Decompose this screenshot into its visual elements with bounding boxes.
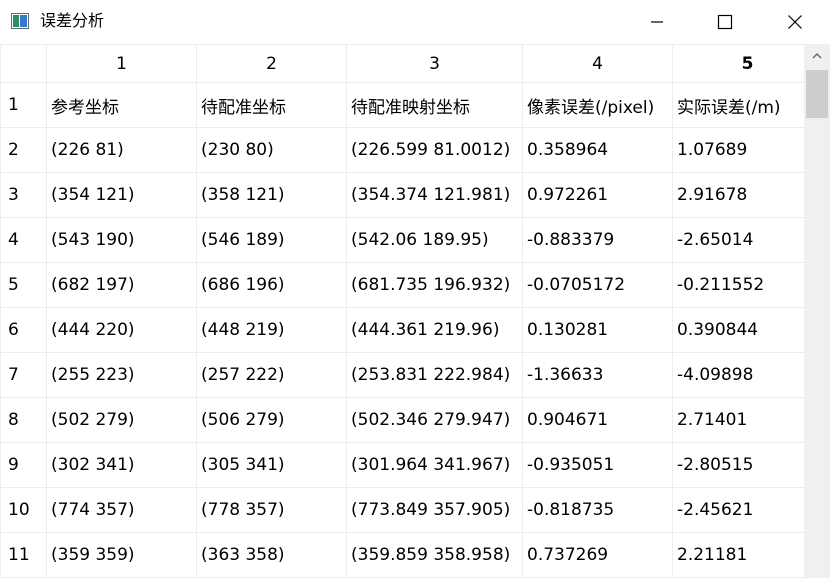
table-cell[interactable]: (358 121): [196, 172, 347, 218]
table-cell[interactable]: 2.21181: [672, 532, 823, 578]
minimize-button[interactable]: [634, 0, 680, 44]
scroll-up-button[interactable]: [804, 44, 830, 68]
row-header[interactable]: 9: [0, 442, 47, 488]
table-row: 6 (444 220) (448 219) (444.361 219.96) 0.130…: [0, 307, 823, 353]
corner-button[interactable]: [0, 44, 47, 83]
table-cell[interactable]: -4.09898: [672, 352, 823, 398]
table-cell[interactable]: -0.211552: [672, 262, 823, 308]
maximize-icon: [717, 14, 733, 30]
table-row: 11 (359 359) (363 358) (359.859 358.958) 0.7…: [0, 532, 823, 578]
table-cell[interactable]: (359 359): [46, 532, 197, 578]
table-cell[interactable]: (301.964 341.967): [346, 442, 523, 488]
table-cell[interactable]: 2.71401: [672, 397, 823, 443]
close-icon: [788, 15, 802, 29]
scroll-thumb[interactable]: [806, 70, 828, 118]
table-cell[interactable]: (542.06 189.95): [346, 217, 523, 263]
table-cell[interactable]: (305 341): [196, 442, 347, 488]
table-cell[interactable]: -0.818735: [522, 487, 673, 533]
vertical-scrollbar[interactable]: [804, 44, 830, 578]
table-cell[interactable]: (230 80): [196, 127, 347, 173]
row-header[interactable]: 6: [0, 307, 47, 353]
table-row: 7 (255 223) (257 222) (253.831 222.984) -1.3…: [0, 352, 823, 398]
table-row: 9 (302 341) (305 341) (301.964 341.967) -0.9…: [0, 442, 823, 488]
table-cell[interactable]: (226 81): [46, 127, 197, 173]
column-header[interactable]: 5: [672, 44, 823, 83]
table-cell[interactable]: (257 222): [196, 352, 347, 398]
table-row: 1 参考坐标 待配准坐标 待配准映射坐标 像素误差(/pixel) 实际误差(/m): [0, 82, 823, 128]
column-header[interactable]: 3: [346, 44, 523, 83]
row-header[interactable]: 1: [0, 82, 47, 128]
table-cell[interactable]: 0.130281: [522, 307, 673, 353]
table-cell[interactable]: (682 197): [46, 262, 197, 308]
table-cell[interactable]: (253.831 222.984): [346, 352, 523, 398]
table-cell[interactable]: -2.65014: [672, 217, 823, 263]
table-cell[interactable]: (363 358): [196, 532, 347, 578]
table-cell[interactable]: (543 190): [46, 217, 197, 263]
table-cell[interactable]: (255 223): [46, 352, 197, 398]
table-cell[interactable]: 待配准坐标: [196, 82, 347, 128]
table-cell[interactable]: (444 220): [46, 307, 197, 353]
table-cell[interactable]: -1.36633: [522, 352, 673, 398]
row-header[interactable]: 5: [0, 262, 47, 308]
table-cell[interactable]: 参考坐标: [46, 82, 197, 128]
row-header[interactable]: 3: [0, 172, 47, 218]
table-cell[interactable]: 0.390844: [672, 307, 823, 353]
table-cell[interactable]: (773.849 357.905): [346, 487, 523, 533]
table-cell[interactable]: 1.07689: [672, 127, 823, 173]
table-cell[interactable]: -2.80515: [672, 442, 823, 488]
table-cell[interactable]: (354 121): [46, 172, 197, 218]
table-cell[interactable]: 0.904671: [522, 397, 673, 443]
table-cell[interactable]: -2.45621: [672, 487, 823, 533]
column-header[interactable]: 2: [196, 44, 347, 83]
row-header[interactable]: 4: [0, 217, 47, 263]
table-cell[interactable]: (302 341): [46, 442, 197, 488]
table-row: 5 (682 197) (686 196) (681.735 196.932) -0.0…: [0, 262, 823, 308]
app-window-icon: [11, 13, 29, 29]
data-grid: 1 2 3 4 5 1 参考坐标 待配准坐标 待配准映射坐标 像素误差(/pixel) 实…: [0, 44, 823, 578]
table-cell[interactable]: 0.972261: [522, 172, 673, 218]
table-cell[interactable]: (506 279): [196, 397, 347, 443]
table-cell[interactable]: 实际误差(/m): [672, 82, 823, 128]
table-cell[interactable]: (778 357): [196, 487, 347, 533]
table-cell[interactable]: (444.361 219.96): [346, 307, 523, 353]
row-header[interactable]: 7: [0, 352, 47, 398]
table-cell[interactable]: (546 189): [196, 217, 347, 263]
table-cell[interactable]: (774 357): [46, 487, 197, 533]
close-button[interactable]: [772, 0, 818, 44]
table-row: 4 (543 190) (546 189) (542.06 189.95) -0.883…: [0, 217, 823, 263]
table-cell[interactable]: (681.735 196.932): [346, 262, 523, 308]
table-cell[interactable]: (686 196): [196, 262, 347, 308]
table-cell[interactable]: (502.346 279.947): [346, 397, 523, 443]
table-row: 10 (774 357) (778 357) (773.849 357.905) -0.…: [0, 487, 823, 533]
table-cell[interactable]: (226.599 81.0012): [346, 127, 523, 173]
table-cell[interactable]: -0.883379: [522, 217, 673, 263]
table-cell[interactable]: (448 219): [196, 307, 347, 353]
error-analysis-table[interactable]: 1 2 3 4 5 1 参考坐标 待配准坐标 待配准映射坐标 像素误差(/pixel) 实…: [0, 44, 830, 578]
table-cell[interactable]: -0.0705172: [522, 262, 673, 308]
title-bar: 误差分析: [0, 0, 830, 44]
table-cell[interactable]: (502 279): [46, 397, 197, 443]
column-header-row: 1 2 3 4 5: [0, 44, 823, 83]
table-cell[interactable]: 0.358964: [522, 127, 673, 173]
table-cell[interactable]: 0.737269: [522, 532, 673, 578]
table-cell[interactable]: (354.374 121.981): [346, 172, 523, 218]
column-header[interactable]: 1: [46, 44, 197, 83]
row-header[interactable]: 2: [0, 127, 47, 173]
table-cell[interactable]: 待配准映射坐标: [346, 82, 523, 128]
table-row: 8 (502 279) (506 279) (502.346 279.947) 0.90…: [0, 397, 823, 443]
maximize-button[interactable]: [702, 0, 748, 44]
table-cell[interactable]: 像素误差(/pixel): [522, 82, 673, 128]
table-cell[interactable]: (359.859 358.958): [346, 532, 523, 578]
chevron-up-icon: [812, 53, 822, 59]
row-header[interactable]: 8: [0, 397, 47, 443]
table-row: 3 (354 121) (358 121) (354.374 121.981) 0.97…: [0, 172, 823, 218]
table-row: 2 (226 81) (230 80) (226.599 81.0012) 0.3589…: [0, 127, 823, 173]
table-cell[interactable]: 2.91678: [672, 172, 823, 218]
column-header[interactable]: 4: [522, 44, 673, 83]
minimize-icon: [651, 21, 663, 23]
window-title: 误差分析: [40, 11, 105, 30]
row-header[interactable]: 11: [0, 532, 47, 578]
table-cell[interactable]: -0.935051: [522, 442, 673, 488]
row-header[interactable]: 10: [0, 487, 47, 533]
